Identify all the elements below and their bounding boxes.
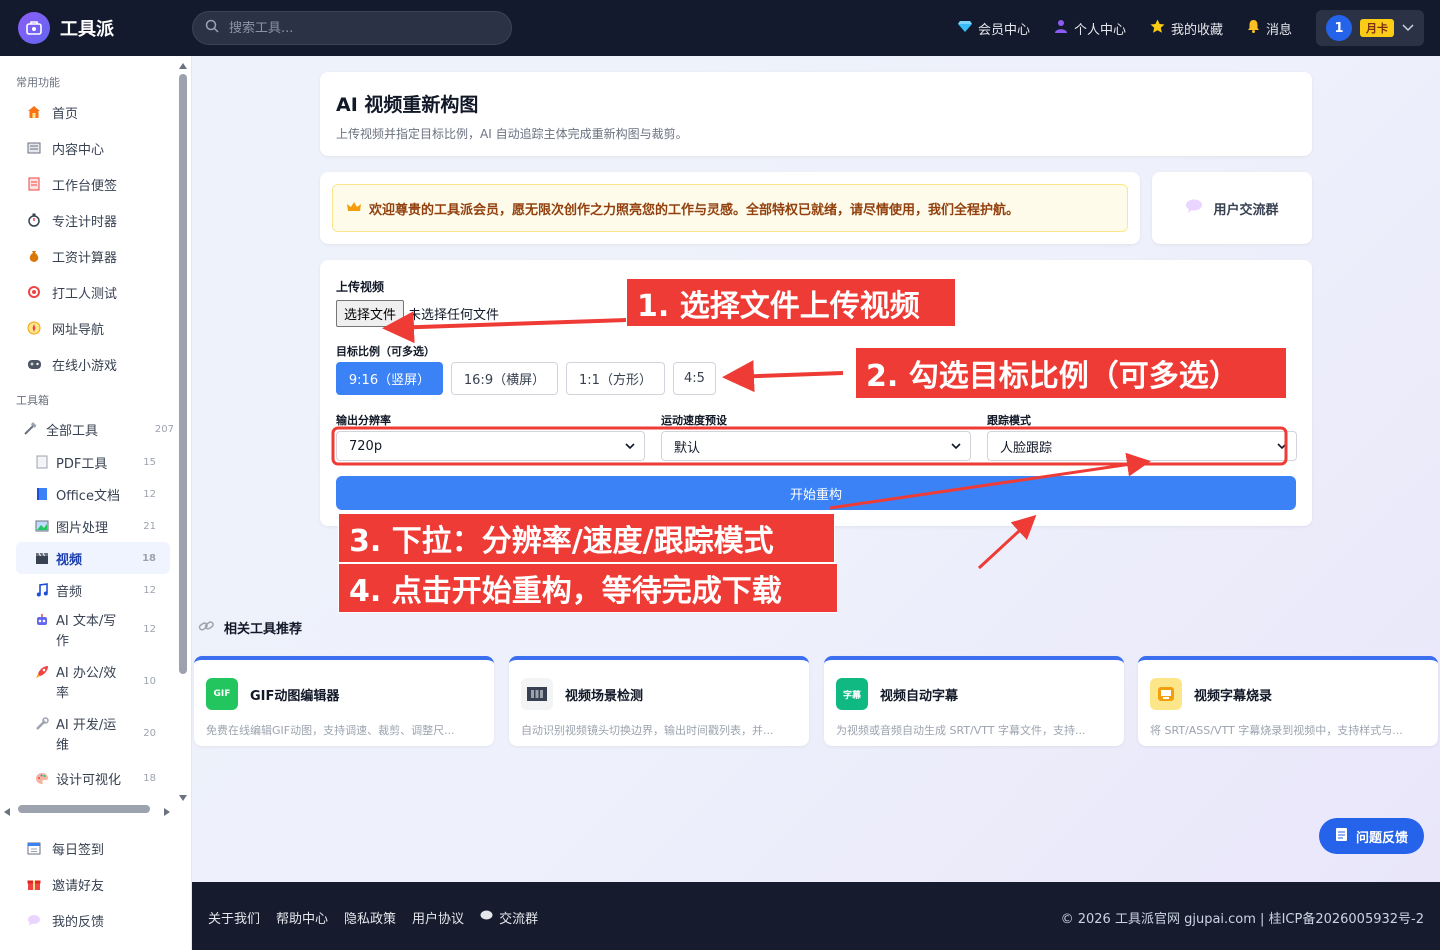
highlight-selects-box: [331, 426, 1288, 466]
footer-link-group[interactable]: 交流群: [480, 908, 538, 927]
arrow-step1: [382, 311, 628, 344]
annotation-step1: 1. 选择文件上传视频: [626, 278, 956, 327]
footer-link-help[interactable]: 帮助中心: [276, 908, 328, 927]
arrow-step4: [977, 514, 1037, 570]
footer-link-terms[interactable]: 用户协议: [412, 908, 464, 927]
footer: 关于我们 帮助中心 隐私政策 用户协议 交流群 © 2026 工具派官网 gju…: [192, 882, 1440, 950]
footer-links: 关于我们 帮助中心 隐私政策 用户协议 交流群: [208, 908, 538, 927]
arrow-step2: [722, 360, 844, 393]
document-icon: [1335, 827, 1348, 846]
annotation-step3: 3. 下拉：分辨率/速度/跟踪模式: [338, 513, 835, 563]
annotation-arrows: [331, 311, 1288, 570]
feedback-button[interactable]: 问题反馈: [1319, 818, 1424, 854]
footer-copyright: © 2026 工具派官网 gjupai.com | 桂ICP备202600593…: [1060, 912, 1424, 927]
footer-link-about[interactable]: 关于我们: [208, 908, 260, 927]
arrow-step3: [829, 452, 1151, 510]
chat-icon: [480, 910, 493, 925]
footer-link-privacy[interactable]: 隐私政策: [344, 908, 396, 927]
annotation-step4: 4. 点击开始重构，等待完成下载: [338, 563, 838, 613]
annotation-step2: 2. 勾选目标比例（可多选）: [855, 347, 1287, 399]
